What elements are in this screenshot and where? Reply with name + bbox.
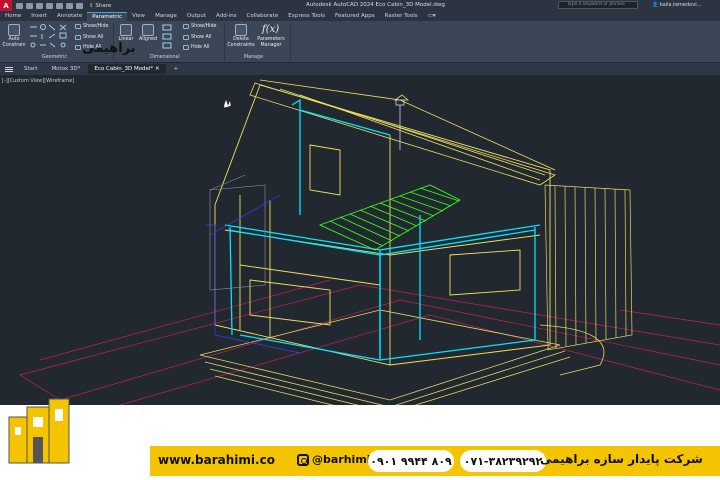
hidden-lines xyxy=(205,194,301,354)
tab-manage[interactable]: Manage xyxy=(150,12,182,21)
panel-separator xyxy=(290,23,291,61)
company-name: شرکت پایدار سازه براهیمی xyxy=(540,452,703,466)
doc-tab-motox[interactable]: Motox 3D* xyxy=(45,64,86,74)
geometric-show-hide-button[interactable]: Show/Hide xyxy=(75,24,109,29)
dimensional-hide-all-label: Hide All xyxy=(191,45,210,50)
delete-constraints-label: Delete Constraints xyxy=(227,37,255,48)
search-input[interactable]: Type a keyword or phrase xyxy=(558,1,638,9)
open-file-icon[interactable] xyxy=(26,2,33,9)
redo-icon[interactable] xyxy=(76,2,83,9)
undo-icon[interactable] xyxy=(66,2,73,9)
delete-constraints-icon xyxy=(235,24,247,36)
website-link[interactable]: www.barahimi.co xyxy=(158,453,275,467)
geometric-constraint-icons[interactable] xyxy=(28,24,72,52)
geometric-show-all-label: Show All xyxy=(83,35,104,40)
doc-tab-eco-cabin-label: Eco Cabin_3D Model* xyxy=(94,66,154,72)
viewport-controls-label[interactable]: [-][Custom View][Wireframe] xyxy=(2,78,74,84)
hamburger-menu-icon[interactable] xyxy=(5,66,13,72)
tab-view[interactable]: View xyxy=(127,12,150,21)
left-annex xyxy=(209,174,266,291)
parameters-manager-button[interactable]: Parameters Manager xyxy=(256,37,286,48)
title-bar: A ⇪ Share Autodesk AutoCAD 2024 Eco Cabi… xyxy=(0,0,720,11)
ribbon-tabs: Home Insert Annotate Parametric View Man… xyxy=(0,11,720,21)
structure-frame xyxy=(224,98,541,361)
instagram-icon xyxy=(297,453,309,466)
dimensional-hide-all-button[interactable]: Hide All xyxy=(183,45,209,50)
tab-output[interactable]: Output xyxy=(182,12,211,21)
tab-annotate[interactable]: Annotate xyxy=(52,12,87,21)
brand-subtitle: شرکت پایدار سازه xyxy=(80,58,119,64)
tab-express-tools[interactable]: Express Tools xyxy=(283,12,330,21)
manage-panel-label: Manage xyxy=(244,55,264,60)
dimensional-panel-label[interactable]: Dimensional xyxy=(150,55,180,60)
dimension-tools-icons[interactable] xyxy=(161,24,179,52)
save-icon[interactable] xyxy=(36,2,43,9)
user-name: kaila.temedovi... xyxy=(659,2,702,8)
tab-raster-tools[interactable]: Raster Tools xyxy=(380,12,423,21)
print-icon[interactable] xyxy=(56,2,63,9)
doc-tab-start[interactable]: Start xyxy=(18,64,43,74)
parameters-manager-icon: f(x) xyxy=(262,24,280,35)
ribbon-options-button[interactable]: ▭▾ xyxy=(423,12,441,21)
aligned-button[interactable]: Aligned xyxy=(137,24,159,43)
dimensional-show-all-button[interactable]: Show All xyxy=(183,35,211,40)
tab-collaborate[interactable]: Collaborate xyxy=(242,12,284,21)
aligned-label: Aligned xyxy=(138,37,158,42)
ground-grid xyxy=(19,279,720,405)
save-as-icon[interactable] xyxy=(46,2,53,9)
quick-access-toolbar xyxy=(16,2,83,9)
geometric-panel-label[interactable]: Geometric xyxy=(42,55,67,60)
auto-constrain-icon xyxy=(8,24,20,36)
doc-tab-eco-cabin[interactable]: Eco Cabin_3D Model* ✕ xyxy=(88,64,166,74)
document-tabs: Start Motox 3D* Eco Cabin_3D Model* ✕ + xyxy=(0,63,720,75)
brand-name: براهیمی xyxy=(82,41,136,56)
show-hide-icon xyxy=(183,24,189,29)
show-all-icon xyxy=(75,35,81,40)
new-file-icon[interactable] xyxy=(16,2,23,9)
dimensional-show-hide-button[interactable]: Show/Hide xyxy=(183,24,217,29)
tab-add-ins[interactable]: Add-ins xyxy=(211,12,242,21)
barahimi-logo-icon xyxy=(8,398,70,464)
delete-constraints-button[interactable]: Delete Constraints xyxy=(227,24,255,48)
user-account[interactable]: 👤 kaila.temedovi... xyxy=(652,2,701,8)
tab-parametric[interactable]: Parametric xyxy=(87,12,127,21)
linear-button[interactable]: Linear xyxy=(116,24,136,43)
close-icon[interactable]: ✕ xyxy=(155,66,160,72)
autocad-logo[interactable]: A xyxy=(0,0,12,11)
geometric-show-all-button[interactable]: Show All xyxy=(75,35,103,40)
tab-insert[interactable]: Insert xyxy=(26,12,52,21)
hide-all-icon xyxy=(75,45,81,50)
aligned-dimension-icon xyxy=(142,24,154,36)
share-button[interactable]: ⇪ Share xyxy=(89,3,111,9)
mobile-phone[interactable]: ۰۹۰۱ ۹۹۴۴ ۸۰۹ xyxy=(368,450,454,472)
office-phone[interactable]: ۰۷۱-۳۸۲۳۹۲۹۲ xyxy=(460,450,546,472)
show-hide-icon xyxy=(75,24,81,29)
auto-constrain-button[interactable]: Auto Constrain xyxy=(2,24,26,48)
linear-dimension-icon xyxy=(120,24,132,36)
add-tab-button[interactable]: + xyxy=(168,64,185,74)
drawing-viewport[interactable] xyxy=(0,75,720,405)
hide-all-icon xyxy=(183,45,189,50)
auto-constrain-label: Auto Constrain xyxy=(2,37,26,48)
window-title: Autodesk AutoCAD 2024 Eco Cabin_3D Model… xyxy=(306,2,445,8)
side-wall-slats xyxy=(544,184,633,351)
panel-separator xyxy=(224,23,225,61)
show-all-icon xyxy=(183,35,189,40)
geometric-show-hide-label: Show/Hide xyxy=(83,24,109,29)
dimensional-show-all-label: Show All xyxy=(191,35,212,40)
pan-cursor-icon xyxy=(223,98,232,109)
dimensional-show-hide-label: Show/Hide xyxy=(191,24,217,29)
parameters-manager-label: Parameters Manager xyxy=(257,37,285,48)
tab-featured-apps[interactable]: Featured Apps xyxy=(330,12,380,21)
tab-home[interactable]: Home xyxy=(0,12,26,21)
share-label: Share xyxy=(95,2,112,9)
roof xyxy=(249,79,556,186)
